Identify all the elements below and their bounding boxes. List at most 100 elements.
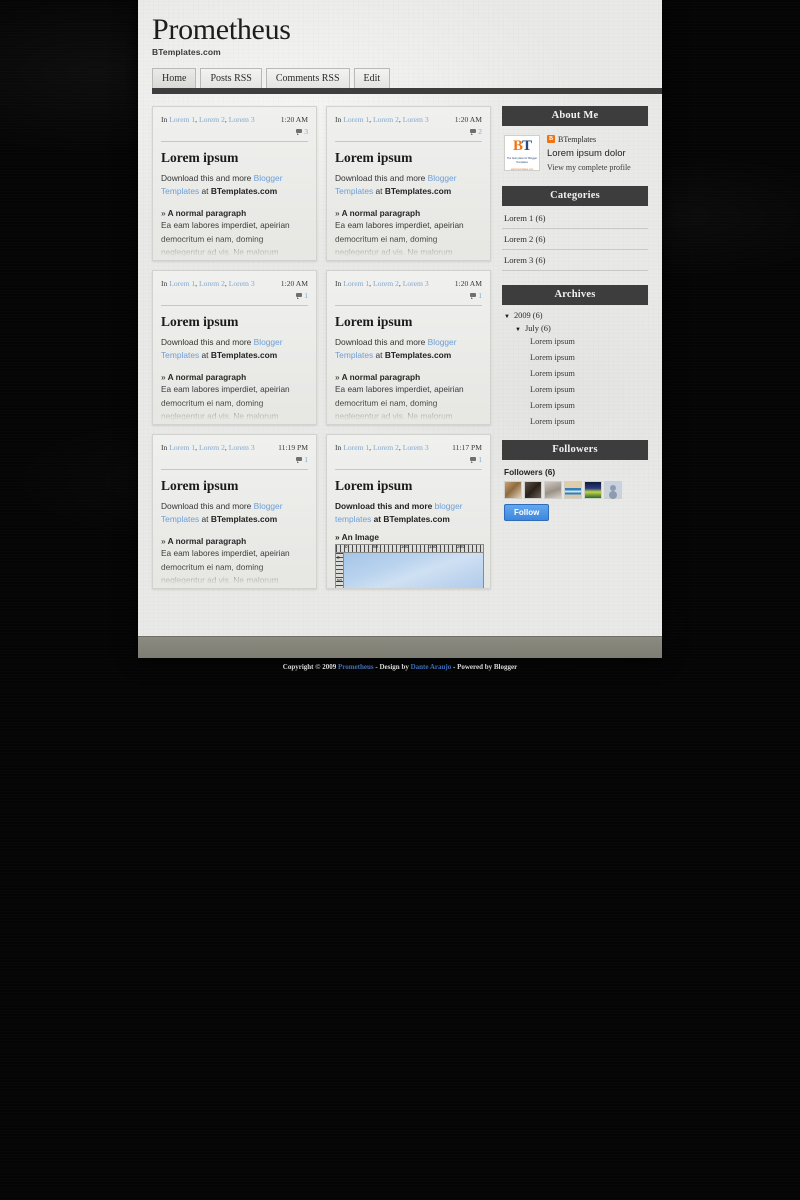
lead-mid: at	[373, 186, 385, 197]
archive-year-row[interactable]: ▼ 2009 (6)	[504, 311, 646, 320]
avatar[interactable]	[544, 480, 562, 499]
archive-post-link[interactable]: Lorem ipsum	[504, 417, 646, 426]
post-tag-link[interactable]: Lorem 1	[169, 279, 195, 288]
ruler-tick-label: 50	[337, 578, 343, 584]
post-tag-link[interactable]: Lorem 2	[373, 115, 399, 124]
avatar[interactable]	[584, 480, 602, 499]
avatar[interactable]	[524, 480, 542, 499]
post-tag-link[interactable]: Lorem 2	[199, 279, 225, 288]
post-tag-link[interactable]: Lorem 1	[343, 115, 369, 124]
comment-count-value: 1	[304, 454, 308, 464]
archive-post-link[interactable]: Lorem ipsum	[504, 353, 646, 362]
post-comment-count[interactable]: 1	[455, 290, 482, 301]
post-tags: In Lorem 1, Lorem 2, Lorem 3	[161, 442, 255, 452]
post-comment-count[interactable]: 1	[452, 454, 482, 465]
post-tag-link[interactable]: Lorem 3	[229, 115, 255, 124]
post-card[interactable]: In Lorem 1, Lorem 2, Lorem 3 1:20 AM 1 L…	[326, 269, 491, 425]
about-me-text: B BTemplates Lorem ipsum dolor View my c…	[547, 135, 646, 172]
post-body: Download this and more Blogger Templates…	[335, 172, 482, 259]
ruler-tick-label: 150	[429, 544, 437, 550]
lead-mid: at	[373, 350, 385, 361]
post-subheading: » A normal paragraph	[161, 372, 247, 383]
post-comment-count[interactable]: 1	[278, 454, 308, 465]
logo-subtext-secondary: www.btemplates.com	[510, 167, 534, 171]
archive-post-link[interactable]: Lorem ipsum	[504, 337, 646, 346]
avatar-placeholder[interactable]	[604, 480, 622, 499]
post-tag-link[interactable]: Lorem 2	[199, 115, 225, 124]
nav-item-comments-rss[interactable]: Comments RSS	[265, 68, 350, 89]
follow-button[interactable]: Follow	[504, 503, 550, 521]
post-tags: In Lorem 1, Lorem 2, Lorem 3	[335, 278, 429, 288]
post-tag-link[interactable]: Lorem 3	[403, 115, 429, 124]
category-item[interactable]: Lorem 1 (6)	[502, 206, 648, 229]
post-comment-count[interactable]: 1	[281, 290, 308, 301]
post-time-comments: 1:20 AM 3	[281, 114, 308, 137]
blogger-profile-row[interactable]: B BTemplates	[547, 135, 646, 144]
post-excerpt: Ea eam labores imperdiet, apeirian democ…	[161, 384, 290, 423]
post-card[interactable]: In Lorem 1, Lorem 2, Lorem 3 1:20 AM 2 L…	[326, 105, 491, 261]
post-tag-link[interactable]: Lorem 2	[373, 443, 399, 452]
post-lead: Download this and more Blogger Templates…	[161, 336, 308, 362]
author-link[interactable]: Dante Araujo	[411, 663, 452, 671]
post-in-label: In	[335, 278, 342, 288]
post-tags: In Lorem 1, Lorem 2, Lorem 3	[335, 114, 429, 124]
nav-item-home[interactable]: Home	[152, 68, 197, 89]
posts-column: In Lorem 1, Lorem 2, Lorem 3 1:20 AM 3 L…	[152, 105, 492, 589]
post-image-with-ruler[interactable]: 0 50 100 150 200 0 50	[335, 544, 484, 588]
post-tag-link[interactable]: Lorem 1	[169, 115, 195, 124]
post-tag-link[interactable]: Lorem 3	[403, 279, 429, 288]
chevron-down-icon[interactable]: ▼	[515, 327, 521, 333]
post-tag-link[interactable]: Lorem 3	[229, 279, 255, 288]
chevron-down-icon[interactable]: ▼	[504, 314, 510, 320]
post-tag-link[interactable]: Lorem 2	[199, 443, 225, 452]
post-card[interactable]: In Lorem 1, Lorem 2, Lorem 3 11:19 PM 1 …	[152, 433, 317, 589]
post-tag-link[interactable]: Lorem 3	[403, 443, 429, 452]
post-comment-count[interactable]: 3	[281, 126, 308, 137]
post-subheading: » A normal paragraph	[161, 536, 247, 547]
ruler-tick-label: 200	[457, 544, 465, 550]
post-title[interactable]: Lorem ipsum	[161, 314, 308, 330]
post-title[interactable]: Lorem ipsum	[161, 478, 308, 494]
archive-post-link[interactable]: Lorem ipsum	[504, 369, 646, 378]
post-tag-link[interactable]: Lorem 1	[343, 279, 369, 288]
comment-count-value: 2	[478, 126, 482, 136]
profile-display-name: Lorem ipsum dolor	[547, 147, 626, 159]
raquo-icon: »	[335, 372, 340, 383]
nav-item-edit[interactable]: Edit	[353, 68, 391, 89]
post-title[interactable]: Lorem ipsum	[335, 478, 482, 494]
lead-bold: BTemplates.com	[384, 350, 452, 361]
post-comment-count[interactable]: 2	[455, 126, 482, 137]
post-title[interactable]: Lorem ipsum	[161, 150, 308, 166]
post-title[interactable]: Lorem ipsum	[335, 150, 482, 166]
archive-month-row[interactable]: ▼ July (6)	[504, 324, 646, 333]
category-item[interactable]: Lorem 2 (6)	[502, 229, 648, 250]
post-time-comments: 1:20 AM 1	[281, 278, 308, 301]
site-link[interactable]: Prometheus	[338, 663, 374, 671]
content-area: In Lorem 1, Lorem 2, Lorem 3 1:20 AM 3 L…	[138, 89, 662, 589]
nav-item-posts-rss[interactable]: Posts RSS	[200, 68, 262, 89]
category-item[interactable]: Lorem 3 (6)	[502, 250, 648, 271]
btemplates-logo[interactable]: BT The best place for Blogger Templates …	[504, 134, 540, 171]
post-tag-link[interactable]: Lorem 2	[373, 279, 399, 288]
archive-post-link[interactable]: Lorem ipsum	[504, 401, 646, 410]
comment-bubble-icon	[470, 129, 477, 136]
post-tag-link[interactable]: Lorem 1	[343, 443, 369, 452]
btemplates-logo-mark: BT	[513, 138, 532, 154]
blogger-icon: B	[547, 135, 555, 144]
avatar[interactable]	[504, 480, 522, 499]
view-profile-link[interactable]: View my complete profile	[547, 163, 646, 172]
lead-mid: at	[371, 514, 384, 525]
avatar[interactable]	[564, 480, 582, 499]
post-tag-link[interactable]: Lorem 1	[169, 443, 195, 452]
lead-bold: BTemplates.com	[383, 514, 450, 525]
followers-avatar-list	[502, 477, 648, 499]
archive-post-link[interactable]: Lorem ipsum	[504, 385, 646, 394]
post-card[interactable]: In Lorem 1, Lorem 2, Lorem 3 1:20 AM 3 L…	[152, 105, 317, 261]
post-card[interactable]: In Lorem 1, Lorem 2, Lorem 3 1:20 AM 1 L…	[152, 269, 317, 425]
lead-mid: at	[199, 514, 211, 525]
lead-mid: at	[199, 350, 211, 361]
post-tag-link[interactable]: Lorem 3	[229, 443, 255, 452]
post-card-image[interactable]: In Lorem 1, Lorem 2, Lorem 3 11:17 PM 1 …	[326, 433, 491, 589]
raquo-icon: »	[335, 208, 340, 219]
post-title[interactable]: Lorem ipsum	[335, 314, 482, 330]
